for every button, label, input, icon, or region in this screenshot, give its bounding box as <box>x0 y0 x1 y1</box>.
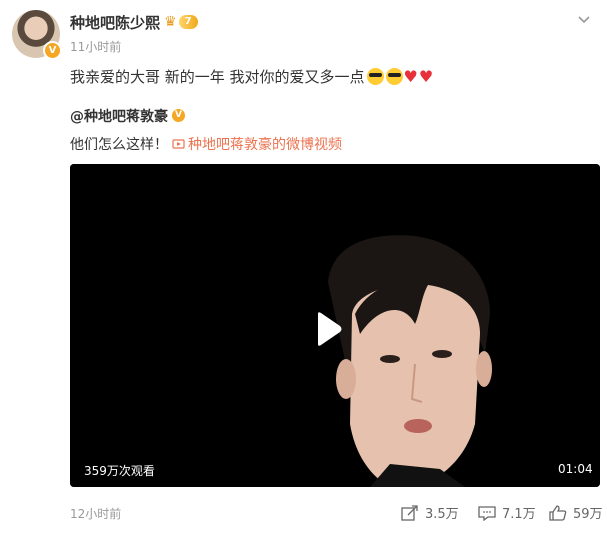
video-icon <box>172 139 185 149</box>
verified-badge-icon: V <box>43 41 62 60</box>
like-button[interactable]: 59万 <box>549 503 603 522</box>
crown-icon: ♛ <box>164 14 177 30</box>
share-count: 3.5万 <box>425 507 459 522</box>
post-timestamp[interactable]: 11小时前 <box>70 38 121 55</box>
comment-count: 7.1万 <box>502 507 536 522</box>
repost-text: 他们怎么这样！ <box>70 137 168 153</box>
vip-level: 7 <box>178 15 198 29</box>
comment-icon <box>478 505 496 521</box>
thumbs-up-icon <box>549 504 567 521</box>
heart-emoji-icon: ♥ <box>418 67 434 86</box>
like-count: 59万 <box>573 507 603 522</box>
verified-badge-icon: V <box>172 109 185 122</box>
video-link-label: 种地吧蒋敦豪的微博视频 <box>188 137 342 153</box>
repost-mention[interactable]: @种地吧蒋敦豪 <box>70 106 168 126</box>
view-count: 359万次观看 <box>84 464 155 478</box>
play-icon[interactable] <box>308 311 344 347</box>
more-options-button[interactable] <box>577 10 591 29</box>
video-duration: 01:04 <box>558 462 593 476</box>
repost-timestamp[interactable]: 12小时前 <box>70 505 121 522</box>
share-button[interactable]: 3.5万 <box>401 503 459 522</box>
chevron-down-icon <box>578 16 590 24</box>
post-text-content: 我亲爱的大哥 新的一年 我对你的爱又多一点 <box>70 68 365 86</box>
video-link[interactable]: 种地吧蒋敦豪的微博视频 <box>172 134 342 154</box>
cool-emoji-icon <box>366 68 384 85</box>
post-text: 我亲爱的大哥 新的一年 我对你的爱又多一点 ♥ ♥ <box>70 66 433 87</box>
vip-badge[interactable]: ♛ 7 <box>164 13 198 31</box>
heart-emoji-icon: ♥ <box>403 67 418 86</box>
cool-emoji-icon <box>385 68 403 85</box>
share-icon <box>401 504 418 521</box>
avatar[interactable]: V <box>12 10 62 60</box>
comment-button[interactable]: 7.1万 <box>478 503 536 522</box>
username[interactable]: 种地吧陈少熙 <box>70 12 160 33</box>
